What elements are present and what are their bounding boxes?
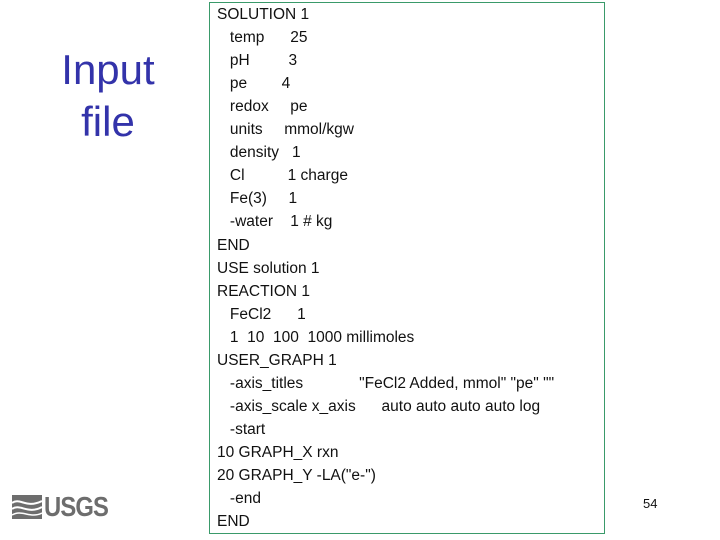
code-line: -start bbox=[217, 420, 266, 438]
code-line: redox pe bbox=[217, 98, 308, 116]
code-line: pH 3 bbox=[217, 52, 298, 70]
code-line: REACTION 1 bbox=[217, 282, 311, 300]
code-line: units mmol/kgw bbox=[217, 121, 354, 139]
code-line: USER_GRAPH 1 bbox=[217, 351, 337, 369]
code-line: pe 4 bbox=[217, 75, 291, 93]
code-line: FeCl2 1 bbox=[217, 305, 306, 323]
code-line: 1 10 100 1000 millimoles bbox=[217, 328, 415, 346]
code-line: 20 GRAPH_Y -LA("e-") bbox=[217, 467, 376, 484]
code-line: -axis_titles "FeCl2 Added, mmol" "pe" "" bbox=[217, 374, 555, 392]
usgs-wave-icon bbox=[12, 495, 42, 519]
usgs-logo-text: USGS bbox=[44, 491, 109, 522]
code-line: Cl 1 charge bbox=[217, 167, 348, 185]
code-line: temp 25 bbox=[217, 29, 308, 47]
code-line: Fe(3) 1 bbox=[217, 190, 298, 208]
code-line: END bbox=[217, 513, 250, 531]
input-file-code-box: SOLUTION 1 temp 25 pH 3 pe 4 redox pe un… bbox=[209, 2, 605, 534]
slide-title-line-1: Input bbox=[61, 46, 155, 93]
code-line: END bbox=[217, 236, 250, 254]
usgs-logo: USGS bbox=[12, 491, 119, 522]
slide-title-line-2: file bbox=[81, 98, 135, 145]
code-line: 10 GRAPH_X rxn bbox=[217, 443, 339, 461]
slide-title: Input file bbox=[40, 44, 176, 148]
code-line: SOLUTION 1 bbox=[217, 6, 310, 23]
code-line: -end bbox=[217, 490, 261, 508]
code-line: USE solution 1 bbox=[217, 259, 320, 277]
code-line: density 1 bbox=[217, 144, 301, 162]
code-line: -axis_scale x_axis auto auto auto auto l… bbox=[217, 397, 541, 415]
code-line: -water 1 # kg bbox=[217, 213, 333, 231]
page-number: 54 bbox=[643, 496, 658, 511]
